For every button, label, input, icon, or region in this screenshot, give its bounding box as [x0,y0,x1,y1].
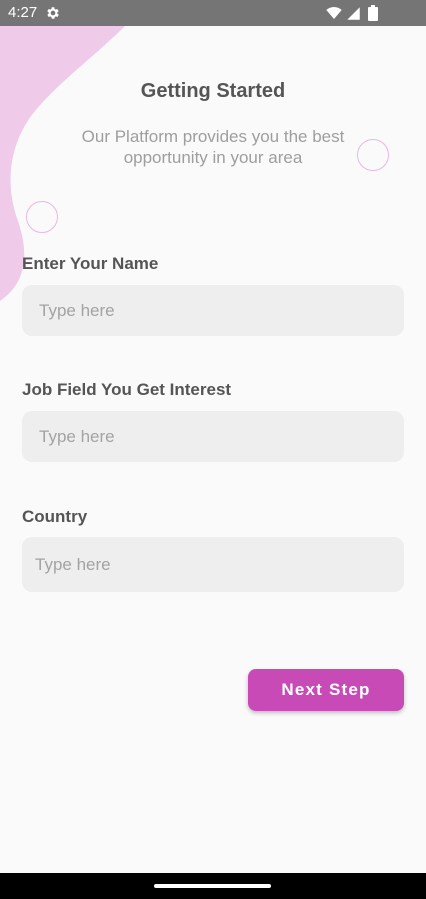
page-title: Getting Started [140,80,286,102]
home-indicator[interactable] [154,884,271,888]
decorative-circle [357,139,389,171]
battery-icon [368,5,378,21]
status-bar: 4:27 [0,0,426,26]
country-input[interactable] [22,537,404,592]
job-field-input[interactable] [22,411,404,462]
signal-icon [347,7,360,20]
name-input[interactable] [22,285,404,336]
name-label: Enter Your Name [22,254,159,273]
job-field-label: Job Field You Get Interest [22,380,232,399]
wifi-icon [326,7,342,19]
country-label: Country [22,507,88,526]
status-icons [326,5,396,21]
decorative-circle [26,201,58,233]
next-step-button[interactable]: Next Step [248,669,404,711]
gear-icon [47,7,59,19]
page-subtitle: Our Platform provides you the best oppor… [81,127,345,167]
status-time: 4:27 [8,4,38,21]
navigation-bar [0,873,426,899]
